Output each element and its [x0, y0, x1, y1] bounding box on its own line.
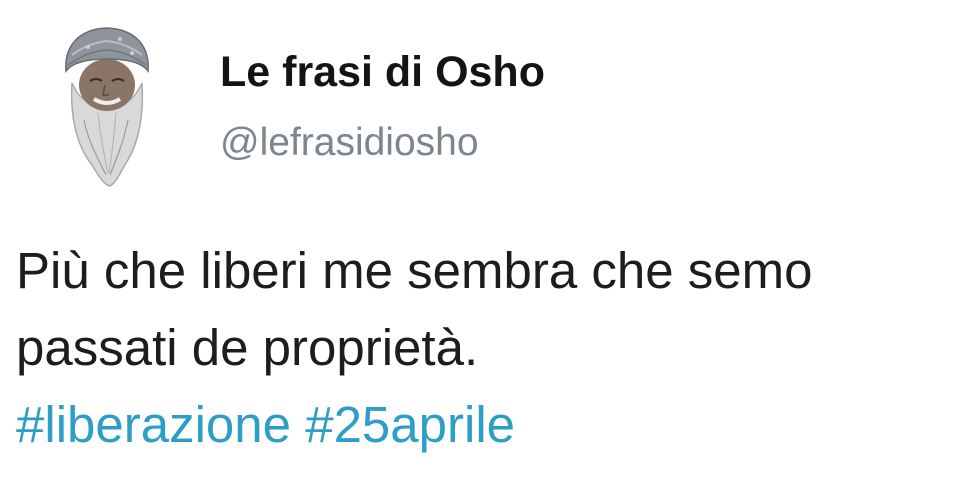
tweet-text: Più che liberi me sembra che semo passat… — [16, 232, 961, 463]
user-handle[interactable]: @lefrasidiosho — [220, 120, 479, 166]
tweet-card: Le frasi di Osho @lefrasidiosho Più che … — [0, 0, 968, 480]
display-name[interactable]: Le frasi di Osho — [220, 46, 545, 98]
hashtag-25aprile[interactable]: #25aprile — [305, 396, 515, 453]
profile-avatar[interactable] — [58, 25, 156, 187]
tweet-line-1: Più che liberi me sembra che semo — [16, 242, 813, 299]
hashtag-liberazione[interactable]: #liberazione — [16, 396, 291, 453]
tweet-line-2: passati de proprietà. — [16, 319, 479, 376]
hashtag-line: #liberazione #25aprile — [16, 386, 961, 463]
